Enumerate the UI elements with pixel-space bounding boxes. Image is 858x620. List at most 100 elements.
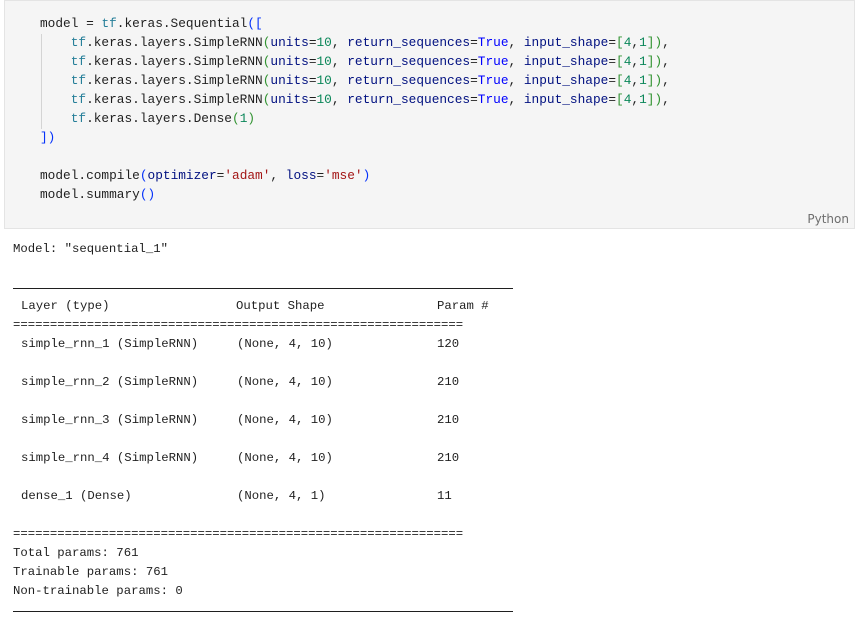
layer-name: simple_rnn_1 (SimpleRNN) — [21, 337, 199, 351]
layer-row: simple_rnn_1 (SimpleRNN) (None, 4, 10) 120 — [13, 335, 463, 373]
code-token: = — [308, 73, 317, 88]
code-token: tf — [70, 92, 87, 107]
code-token: = — [608, 73, 617, 88]
code-token: [ — [616, 92, 624, 107]
code-token: [ — [616, 73, 624, 88]
code-token: [ — [616, 35, 624, 50]
code-token: model.compile — [40, 168, 140, 183]
bottom-rule — [13, 601, 513, 620]
code-token: ) — [654, 92, 663, 107]
code-token: , — [270, 168, 286, 183]
code-token: 'adam' — [224, 168, 271, 183]
code-line: model = tf.keras.Sequential([ — [40, 14, 670, 33]
code-token: = — [608, 54, 617, 69]
code-token: [ — [616, 54, 624, 69]
code-token: , — [662, 73, 670, 88]
code-editor[interactable]: model = tf.keras.Sequential([ tf.keras.l… — [40, 14, 670, 204]
code-token: , — [631, 54, 640, 69]
code-token: .keras.layers.SimpleRNN — [86, 92, 263, 107]
code-token: optimizer — [147, 168, 217, 183]
code-cell[interactable]: model = tf.keras.Sequential([ tf.keras.l… — [4, 0, 855, 229]
code-token: 10 — [316, 54, 332, 69]
code-token: ) — [654, 54, 663, 69]
code-token: tf — [70, 111, 87, 126]
code-token: units — [270, 54, 309, 69]
code-token: .keras.layers.Dense — [86, 111, 232, 126]
trainable-params: Trainable params: 761 — [13, 565, 168, 579]
code-token: ]) — [40, 130, 56, 145]
header-output-shape: Output Shape — [236, 299, 325, 313]
code-token: return_sequences — [347, 73, 471, 88]
layer-row: simple_rnn_3 (SimpleRNN) (None, 4, 10) 210 — [13, 411, 463, 449]
code-token: tf — [101, 16, 117, 31]
output-shape: (None, 4, 10) — [237, 337, 333, 351]
code-token: , — [331, 35, 348, 50]
layer-row: dense_1 (Dense) (None, 4, 1) 11 — [13, 487, 463, 525]
code-token: input_shape — [523, 73, 609, 88]
code-token: 10 — [316, 35, 332, 50]
non-trainable-params: Non-trainable params: 0 — [13, 584, 183, 598]
output-shape: (None, 4, 10) — [237, 375, 333, 389]
top-rule — [13, 278, 513, 297]
layer-row: simple_rnn_4 (SimpleRNN) (None, 4, 10) 210 — [13, 449, 463, 487]
code-token: = — [308, 54, 317, 69]
code-token: input_shape — [523, 35, 609, 50]
code-token: True — [477, 92, 509, 107]
code-token: , — [631, 73, 640, 88]
equals-separator-bottom: ========================================… — [13, 527, 464, 541]
code-token: 1 — [639, 35, 647, 50]
param-count: 11 — [437, 489, 452, 503]
code-token: return_sequences — [347, 54, 471, 69]
code-token: , — [662, 35, 670, 50]
table-header: Layer (type) Output Shape Param # — [13, 297, 489, 316]
code-line: tf.keras.layers.SimpleRNN(units=10, retu… — [40, 90, 670, 109]
layer-name: simple_rnn_4 (SimpleRNN) — [21, 451, 199, 465]
code-token: ( — [139, 168, 148, 183]
code-token: loss — [285, 168, 317, 183]
code-token: True — [477, 73, 509, 88]
code-token: , — [662, 54, 670, 69]
model-name-line: Model: "sequential_1" — [13, 242, 168, 256]
code-token: = — [608, 92, 617, 107]
code-token: .keras.layers.SimpleRNN — [86, 35, 263, 50]
layer-name: simple_rnn_3 (SimpleRNN) — [21, 413, 199, 427]
code-token: , — [508, 92, 524, 107]
code-token: , — [662, 92, 670, 107]
header-layer: Layer (type) — [21, 299, 110, 313]
code-token: , — [508, 54, 524, 69]
code-token: units — [270, 92, 309, 107]
total-params: Total params: 761 — [13, 546, 139, 560]
output-shape: (None, 4, 1) — [237, 489, 326, 503]
code-token: 10 — [316, 73, 332, 88]
code-line: model.summary() — [40, 185, 670, 204]
code-line: tf.keras.layers.SimpleRNN(units=10, retu… — [40, 71, 670, 90]
code-token: = — [470, 35, 478, 50]
layer-name: dense_1 (Dense) — [21, 489, 132, 503]
code-token: tf — [70, 35, 87, 50]
code-token: .keras.layers.SimpleRNN — [86, 54, 263, 69]
layer-row: simple_rnn_2 (SimpleRNN) (None, 4, 10) 210 — [13, 373, 463, 411]
code-token: , — [508, 73, 524, 88]
cell-output: Model: "sequential_1" Layer (type) Output … — [13, 240, 513, 620]
code-token: ) — [654, 35, 663, 50]
code-line: tf.keras.layers.SimpleRNN(units=10, retu… — [40, 33, 670, 52]
code-token: return_sequences — [347, 35, 471, 50]
code-token: tf — [70, 54, 87, 69]
code-token: , — [331, 54, 348, 69]
code-token: 1 — [639, 92, 647, 107]
header-param-count: Param # — [437, 299, 489, 313]
language-label[interactable]: Python — [807, 212, 849, 226]
code-token: , — [331, 73, 348, 88]
code-token: ) — [654, 73, 663, 88]
code-token: tf — [70, 73, 87, 88]
equals-separator: ========================================… — [13, 318, 464, 332]
code-token: .keras.Sequential — [116, 16, 248, 31]
code-token: ) — [247, 111, 256, 126]
code-line: tf.keras.layers.SimpleRNN(units=10, retu… — [40, 52, 670, 71]
code-token: = — [470, 54, 478, 69]
code-token: 1 — [639, 73, 647, 88]
param-count: 210 — [437, 375, 460, 389]
code-token: True — [477, 54, 509, 69]
code-line: ]) — [40, 128, 670, 147]
